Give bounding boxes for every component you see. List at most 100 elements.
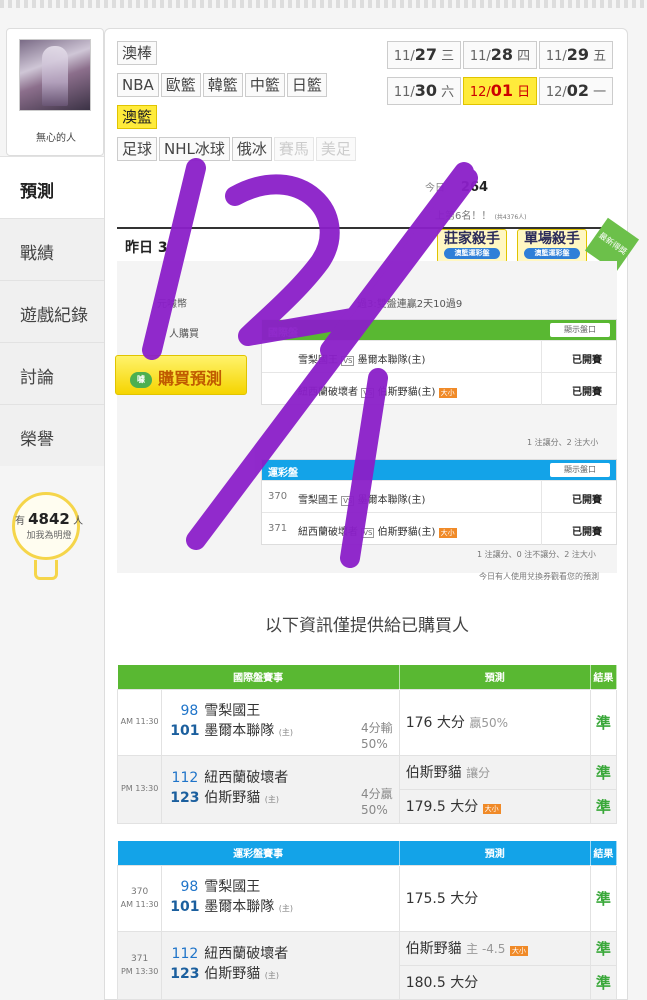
result-correct: 準 — [589, 788, 618, 824]
over-under-badge: 大小 — [482, 804, 501, 814]
game-time: AM 11:30 — [120, 900, 159, 909]
game-status: 已開賽 — [572, 495, 602, 506]
intl-mini-table: 國際盤 顯示盤口 雪梨國王 VS 墨爾本聯隊(主) 已開賽 紐西蘭破壞者 VS 伯斯… — [261, 319, 617, 405]
over-under-badge: 大小 — [438, 388, 457, 398]
voucher-note: 今日有人使用兌換券觀看您的預測 — [479, 572, 599, 581]
lotto-mini-table: 運彩盤 顯示盤口 370 雪梨國王 VS 墨爾本聯隊(主) 已開賽 371 紐西蘭破壞者… — [261, 459, 617, 545]
date-tab[interactable]: 11/29 五 — [539, 41, 613, 69]
prediction: 179.5 大分 大小 — [398, 788, 591, 824]
spread-result: 4分輸 50% — [361, 720, 393, 751]
main-panel: 澳棒 NBA 歐籃 韓籃 中籃 日籃 澳籃 足球 NHL冰球 俄冰 賽馬 美足 11/27 三1… — [104, 28, 640, 1000]
intl-note: 1 注讓分、2 注大小 — [527, 438, 599, 447]
home-team: 墨爾本聯隊 — [204, 899, 275, 915]
away-team: 雪梨國王 — [204, 879, 261, 895]
prediction: 175.5 大分 — [398, 864, 591, 932]
date-selector: 11/27 三 11/28 四 11/29 五 11/30 六 12/01 日 12/02… — [387, 41, 627, 113]
nav-item-honor[interactable]: 榮譽 — [0, 404, 104, 466]
over-under-badge: 大小 — [509, 946, 528, 956]
lotto-note: 1 注讓分、0 注不讓分、2 注大小 — [477, 550, 596, 559]
date-tab[interactable]: 11/28 四 — [463, 41, 537, 69]
coin-icon: 噱 — [130, 372, 152, 388]
sport-tag[interactable]: NHL冰球 — [159, 137, 230, 161]
away-team: 雪梨國王 — [204, 703, 261, 719]
vs-icon: VS — [341, 356, 355, 366]
game-status: 已開賽 — [572, 527, 602, 538]
table-row: 371 PM 13:30 112 紐西蘭破壞者 123 伯斯野貓 (主) 伯斯野貓 主 -4… — [116, 930, 618, 1000]
vs-icon: VS — [361, 528, 375, 538]
table-row: 370 AM 11:30 98 雪梨國王 101 墨爾本聯隊 (主) 175.5 大分 準 — [116, 864, 618, 932]
game-status: 已開賽 — [572, 387, 602, 398]
fans-lightbulb[interactable]: 有 4842 人 加我為明燈 — [6, 492, 83, 612]
sport-tag[interactable]: 中籃 — [244, 73, 285, 97]
prediction: 176 大分 贏50% — [398, 688, 591, 756]
game-status: 已開賽 — [572, 355, 602, 366]
vs-icon: VS — [341, 496, 355, 506]
profile-card[interactable]: 無心的人 — [6, 28, 104, 156]
sport-tag[interactable]: 日籃 — [286, 73, 327, 97]
result-correct: 準 — [589, 754, 618, 790]
nav-item-discussion[interactable]: 討論 — [0, 342, 104, 404]
over-under-badge: 大小 — [438, 528, 457, 538]
game-number: 371 — [131, 954, 149, 964]
result-correct: 準 — [589, 930, 618, 966]
sport-tag[interactable]: 澳籃 — [117, 105, 158, 129]
sport-tag[interactable]: NBA — [117, 73, 159, 97]
intl-results-table: 國際盤賽事 預測 結果 AM 11:30 98 雪梨國王 101 墨爾本聯隊 (主) 4分… — [116, 665, 618, 824]
game-time: PM 13:30 — [120, 967, 159, 976]
game-time: PM 13:30 — [120, 784, 159, 793]
top-border — [0, 0, 647, 8]
sport-tag[interactable]: 美足 — [315, 137, 356, 161]
sport-tag[interactable]: 足球 — [117, 137, 158, 161]
date-tab[interactable]: 11/27 三 — [387, 41, 461, 69]
follow-label[interactable]: 加我為明燈 — [6, 528, 92, 541]
table-row: AM 11:30 98 雪梨國王 101 墨爾本聯隊 (主) 4分輸 50% 176 大分 贏… — [116, 688, 618, 756]
badge-bookie-killer[interactable]: 莊家殺手 澳籃運彩盤 — [437, 229, 507, 263]
result-correct: 準 — [589, 864, 618, 932]
date-tab[interactable]: 12/02 一 — [539, 77, 613, 105]
home-team: 墨爾本聯隊 — [204, 723, 275, 739]
sport-tag[interactable]: 俄冰 — [231, 137, 272, 161]
home-team: 伯斯野貓 — [204, 966, 261, 982]
game-number: 370 — [131, 887, 149, 897]
sport-tag[interactable]: 歐籃 — [160, 73, 201, 97]
away-team: 紐西蘭破壞者 — [204, 946, 289, 962]
show-odds-button[interactable]: 顯示盤口 — [550, 463, 610, 477]
mini-row: 371 紐西蘭破壞者 VS 伯斯野貓(主) 大小 已開賽 — [262, 512, 616, 545]
mini-row: 紐西蘭破壞者 VS 伯斯野貓(主) 大小 已開賽 — [262, 372, 616, 405]
prediction: 伯斯野貓 主 -4.5 大小 — [398, 930, 591, 966]
vs-icon: VS — [361, 388, 375, 398]
prediction: 180.5 大分 — [398, 964, 591, 1000]
sport-tag[interactable]: 韓籃 — [202, 73, 243, 97]
buy-prediction-button[interactable]: 噱購買預測 — [115, 355, 247, 395]
fans-count: 有 4842 人 — [14, 510, 84, 528]
sport-tag[interactable]: 賽馬 — [273, 137, 314, 161]
record-text: 過3:雙盤連贏2天10過9 — [357, 299, 463, 310]
profile-name: 無心的人 — [36, 133, 76, 144]
date-tab[interactable]: 12/01 日 — [463, 77, 537, 105]
nav-item-record[interactable]: 戰績 — [0, 218, 104, 280]
result-correct: 準 — [589, 688, 618, 756]
game-time: AM 11:30 — [120, 717, 159, 726]
cost-text: 元噱幣 — [157, 299, 187, 310]
nav-item-predict[interactable]: 預測 — [0, 156, 104, 218]
lotto-results-table: 運彩盤賽事 預測 結果 370 AM 11:30 98 雪梨國王 101 墨爾本聯隊 (主… — [116, 841, 618, 1000]
prediction: 伯斯野貓 讓分 — [398, 754, 591, 790]
avatar[interactable] — [19, 39, 91, 111]
buyers-text: 人購買 — [169, 329, 199, 340]
sidebar: 無心的人 預測 戰績 遊戲紀錄 討論 榮譽 有 4842 人 加我為明燈 — [0, 22, 104, 1000]
away-team: 紐西蘭破壞者 — [204, 770, 289, 786]
date-tab[interactable]: 11/30 六 — [387, 77, 461, 105]
mini-row: 雪梨國王 VS 墨爾本聯隊(主) 已開賽 — [262, 340, 616, 373]
home-team: 伯斯野貓 — [204, 790, 261, 806]
purchase-panel: 元噱幣 人購買 過3:雙盤連贏2天10過9 噱購買預測 國際盤 顯示盤口 雪梨國… — [115, 261, 617, 581]
spread-result: 4分贏 50% — [361, 786, 393, 817]
sport-tags: 澳棒 NBA 歐籃 韓籃 中籃 日籃 澳籃 足球 NHL冰球 俄冰 賽馬 美足 — [117, 41, 377, 169]
today-score: 今日 264 — [425, 180, 489, 195]
show-odds-button[interactable]: 顯示盤口 — [550, 323, 610, 337]
mini-row: 370 雪梨國王 VS 墨爾本聯隊(主) 已開賽 — [262, 480, 616, 513]
result-correct: 準 — [589, 964, 618, 1000]
buyers-only-title: 以下資訊僅提供給已購買人 — [265, 616, 469, 636]
badge-single-killer[interactable]: 單場殺手 澳籃運彩盤 — [517, 229, 587, 263]
nav-item-game-log[interactable]: 遊戲紀錄 — [0, 280, 104, 342]
sport-tag[interactable]: 澳棒 — [117, 41, 158, 65]
